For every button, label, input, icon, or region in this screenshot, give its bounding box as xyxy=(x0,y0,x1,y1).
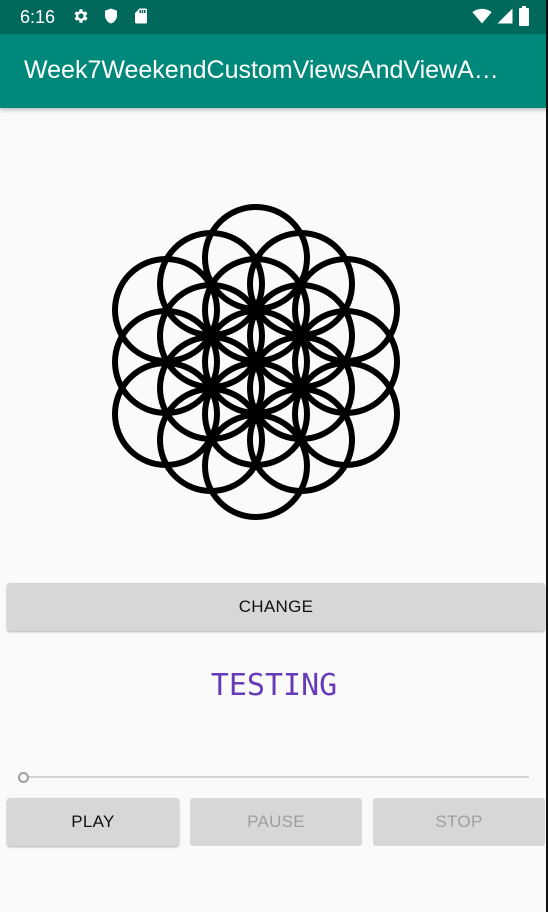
sd-card-icon xyxy=(135,8,147,24)
status-bar: 6:16 xyxy=(0,0,548,34)
pause-button[interactable]: PAUSE xyxy=(190,798,362,846)
shield-icon xyxy=(105,8,117,24)
seekbar-track[interactable] xyxy=(28,776,529,778)
wifi-icon xyxy=(472,8,492,24)
stop-button[interactable]: STOP xyxy=(373,798,545,846)
app-bar: Week7WeekendCustomViewsAndViewAnimations xyxy=(0,34,548,108)
status-time: 6:16 xyxy=(20,7,56,27)
flower-of-life-pattern xyxy=(112,204,400,520)
cell-signal-icon xyxy=(497,8,513,24)
battery-icon xyxy=(519,6,529,26)
seekbar-thumb[interactable] xyxy=(18,772,29,783)
flower-of-life-view[interactable] xyxy=(0,108,548,568)
testing-label: TESTING xyxy=(210,668,338,703)
change-button[interactable]: CHANGE xyxy=(7,583,545,631)
play-button[interactable]: PLAY xyxy=(7,798,179,846)
app-title: Week7WeekendCustomViewsAndViewAnimations xyxy=(24,56,504,84)
gear-icon xyxy=(74,9,88,23)
